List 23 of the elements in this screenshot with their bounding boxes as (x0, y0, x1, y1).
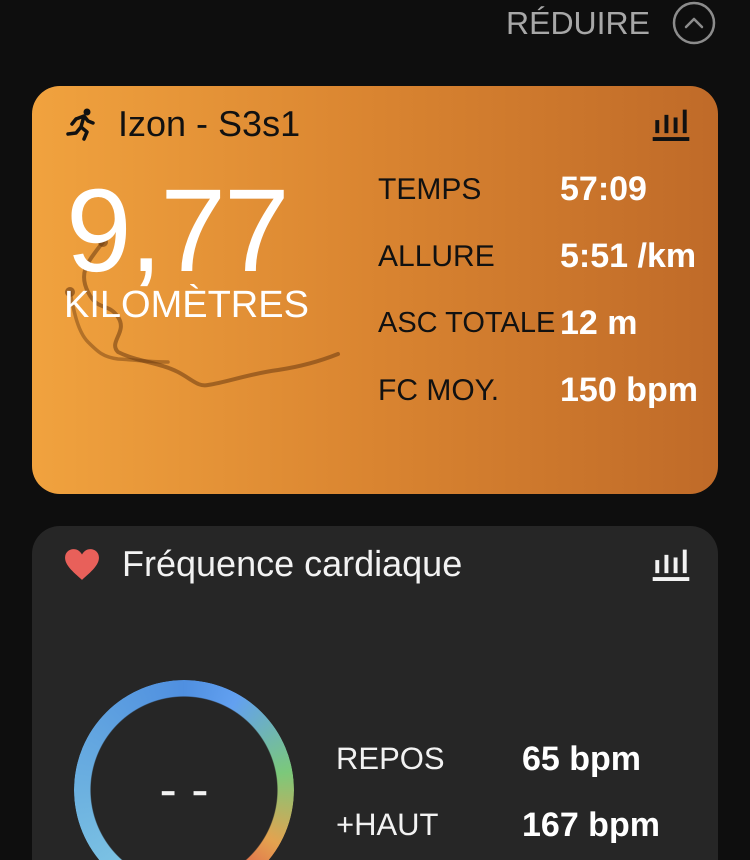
chart-icon[interactable] (652, 547, 690, 581)
heart-rate-title: Fréquence cardiaque (122, 543, 464, 585)
stat-value: 12 m (560, 304, 638, 343)
stat-label: +HAUT (336, 807, 440, 843)
stat-label: FC MOY. (378, 374, 500, 408)
stat-value: 57:09 (560, 170, 648, 209)
stat-value: 5:51 /km (560, 237, 698, 276)
stat-value: 150 bpm (560, 371, 698, 410)
heart-icon (64, 548, 100, 580)
stat-label: ALLURE (378, 240, 496, 274)
runner-icon (64, 107, 96, 141)
collapse-label[interactable]: RÉDUIRE (506, 4, 650, 42)
distance-unit: KILOMÈTRES (64, 284, 310, 327)
stat-value: 65 bpm (522, 740, 642, 778)
activity-title: Izon - S3s1 (118, 103, 302, 145)
current-heart-rate: - - (159, 760, 209, 820)
stat-label: ASC TOTALE (378, 307, 556, 340)
collapse-chevron-icon[interactable] (672, 1, 716, 45)
stat-label: REPOS (336, 741, 446, 777)
stat-value: 167 bpm (522, 806, 660, 844)
activity-card[interactable]: Izon - S3s1 9,77 KILOMÈTRES TEMPS 57:09 ALLURE 5:51 /km ASC TOTALE 12 m FC MOY. 150 bpm (32, 86, 718, 494)
stat-label: TEMPS (378, 172, 482, 206)
heart-rate-card[interactable]: Fréquence cardiaque - - REPOS 65 bpm +HAUT 167 bpm (32, 526, 718, 860)
